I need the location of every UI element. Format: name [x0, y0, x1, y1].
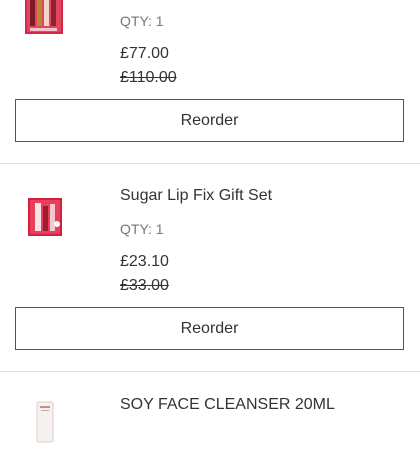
quantity-text: QTY: 1: [120, 221, 164, 237]
product-image[interactable]: [22, 400, 68, 446]
product-image[interactable]: [22, 0, 68, 36]
reorder-button[interactable]: Reorder: [15, 307, 404, 350]
quantity-text: QTY: 1: [120, 13, 164, 29]
lip-gift-box-image: [25, 0, 63, 34]
product-image[interactable]: [22, 194, 68, 240]
product-name[interactable]: SOY FACE CLEANSER 20ML: [120, 396, 335, 414]
divider: [0, 163, 420, 164]
divider: [0, 371, 420, 372]
lip-fix-gift-set-image: [28, 198, 62, 236]
original-price: £110.00: [120, 69, 177, 86]
sale-price: £23.10: [120, 253, 169, 270]
original-price: £33.00: [120, 277, 169, 294]
sale-price: £77.00: [120, 45, 169, 62]
reorder-button[interactable]: Reorder: [15, 99, 404, 142]
cleanser-tube-image: [36, 401, 54, 443]
product-name[interactable]: Sugar Lip Fix Gift Set: [120, 187, 272, 205]
